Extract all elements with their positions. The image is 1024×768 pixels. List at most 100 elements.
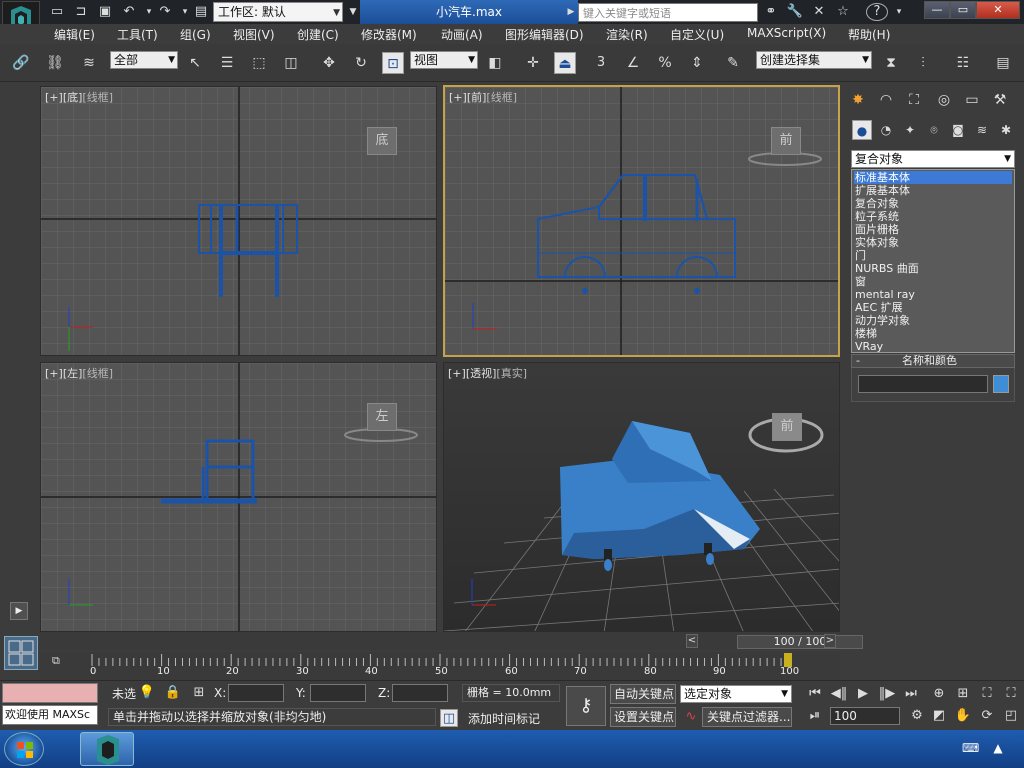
- time-slider[interactable]: < 100 / 100 >: [40, 632, 863, 650]
- option-particle-systems[interactable]: 粒子系统: [854, 210, 1012, 223]
- taskbar-3dsmax-button[interactable]: [80, 732, 134, 766]
- field-of-view-icon[interactable]: ◩: [930, 707, 948, 725]
- layer-manager-icon[interactable]: ☷: [952, 52, 974, 74]
- menu-graph-editors[interactable]: 图形编辑器(D): [505, 26, 584, 43]
- option-vray[interactable]: VRay: [854, 340, 1012, 353]
- helpers-icon[interactable]: ◙: [948, 120, 968, 140]
- help-dropdown-icon[interactable]: ▾: [890, 3, 908, 21]
- option-body-objects[interactable]: 实体对象: [854, 236, 1012, 249]
- menu-help[interactable]: 帮助(H): [848, 26, 890, 43]
- menu-group[interactable]: 组(G): [180, 26, 211, 43]
- motion-tab-icon[interactable]: ◎: [932, 88, 956, 112]
- set-key-icon[interactable]: ⚷: [566, 686, 606, 726]
- menu-customize[interactable]: 自定义(U): [670, 26, 724, 43]
- zoom-icon[interactable]: ⊕: [930, 685, 948, 703]
- maximize-button[interactable]: ▭: [950, 1, 976, 19]
- current-frame-input[interactable]: 100: [830, 707, 900, 725]
- select-by-name-icon[interactable]: ☰: [216, 52, 238, 74]
- align-icon[interactable]: ⫶: [912, 52, 934, 74]
- bind-space-warp-icon[interactable]: ≋: [78, 52, 100, 74]
- isolate-lightbulb-icon[interactable]: 💡: [138, 684, 156, 702]
- viewport-menu-plus[interactable]: [+]: [449, 91, 467, 104]
- option-windows[interactable]: 窗: [854, 275, 1012, 288]
- link-icon[interactable]: 🔗: [10, 52, 32, 74]
- selection-filter-dropdown[interactable]: 全部 ▼: [110, 51, 178, 69]
- project-folder-icon[interactable]: ▤: [192, 3, 210, 21]
- pivot-center-icon[interactable]: ◧: [484, 52, 506, 74]
- display-tab-icon[interactable]: ▭: [960, 88, 984, 112]
- keyboard-icon[interactable]: ⌨: [962, 740, 979, 756]
- zoom-extents-all-icon[interactable]: ⛶: [1002, 685, 1020, 703]
- unlink-icon[interactable]: ⛓: [44, 52, 66, 74]
- redo-icon[interactable]: ↷: [156, 3, 174, 21]
- option-doors[interactable]: 门: [854, 249, 1012, 262]
- search-input[interactable]: 键入关键字或短语: [578, 3, 758, 22]
- viewcube[interactable]: 左: [367, 403, 397, 431]
- angle-snap-icon[interactable]: ∠: [622, 52, 644, 74]
- menu-tools[interactable]: 工具(T): [117, 26, 158, 43]
- key-filters-button[interactable]: 关键点过滤器...: [702, 707, 792, 727]
- viewport-bottom[interactable]: [+][底][线框] 底: [40, 86, 437, 356]
- menu-views[interactable]: 视图(V): [233, 26, 275, 43]
- start-orb-icon[interactable]: [4, 732, 44, 766]
- mirror-icon[interactable]: ⧗: [880, 52, 902, 74]
- play-arrow-icon[interactable]: ▶: [10, 602, 28, 620]
- orbit-icon[interactable]: ⟳: [978, 707, 996, 725]
- viewcube[interactable]: 底: [367, 127, 397, 155]
- workspace-dropdown[interactable]: 工作区: 默认 ▼: [213, 2, 343, 22]
- keyboard-shortcut-override-icon[interactable]: ⏏: [554, 52, 576, 74]
- maximize-viewport-icon[interactable]: ◰: [1002, 707, 1020, 725]
- auto-key-button[interactable]: 自动关键点: [610, 684, 676, 704]
- viewport-label[interactable]: [+][底][线框]: [45, 89, 113, 105]
- object-category-dropdown[interactable]: 复合对象 ▼: [851, 150, 1015, 168]
- next-frame-icon[interactable]: ‖▶: [878, 685, 896, 703]
- scale-icon[interactable]: ⊡: [382, 52, 404, 74]
- hierarchy-tab-icon[interactable]: ⛶: [902, 88, 926, 112]
- viewport-menu-plus[interactable]: [+]: [448, 367, 466, 380]
- menu-maxscript[interactable]: MAXScript(X): [747, 26, 826, 40]
- viewport-shading-mode[interactable]: [线框]: [486, 91, 517, 104]
- z-coordinate-input[interactable]: [392, 684, 448, 702]
- menu-modifiers[interactable]: 修改器(M): [361, 26, 417, 43]
- rectangle-selection-icon[interactable]: ⬚: [248, 52, 270, 74]
- viewcube[interactable]: 前: [771, 127, 801, 155]
- viewport-menu-plus[interactable]: [+]: [45, 367, 63, 380]
- viewport-view-name[interactable]: [透视]: [466, 367, 497, 380]
- save-file-icon[interactable]: ▣: [96, 3, 114, 21]
- option-patch-grids[interactable]: 面片栅格: [854, 223, 1012, 236]
- rotate-icon[interactable]: ↻: [350, 52, 372, 74]
- maxscript-mini-listener[interactable]: 欢迎使用 MAXSc: [2, 705, 98, 725]
- add-time-tag-button[interactable]: 添加时间标记: [468, 710, 540, 727]
- viewport-label[interactable]: [+][透视][真实]: [448, 365, 527, 381]
- object-name-input[interactable]: [858, 375, 988, 393]
- systems-icon[interactable]: ✱: [996, 120, 1016, 140]
- viewport-shading-mode[interactable]: [真实]: [496, 367, 527, 380]
- key-mode-dropdown[interactable]: 选定对象 ▼: [680, 685, 792, 703]
- option-stairs[interactable]: 楼梯: [854, 327, 1012, 340]
- shapes-icon[interactable]: ◔: [876, 120, 896, 140]
- viewport-front[interactable]: [+][前][线框] 前: [443, 85, 840, 357]
- previous-frame-icon[interactable]: ◀‖: [830, 685, 848, 703]
- communication-icon[interactable]: 🔧: [786, 3, 804, 21]
- viewport-label[interactable]: [+][左][线框]: [45, 365, 113, 381]
- time-tag-icon[interactable]: ◫: [440, 709, 458, 727]
- reference-coordinate-dropdown[interactable]: 视图 ▼: [410, 51, 478, 69]
- spinner-snap-icon[interactable]: ⇕: [686, 52, 708, 74]
- prev-frame-button[interactable]: <: [686, 634, 698, 648]
- track-bar[interactable]: ⧉ 0 10 20 30 40 50 60 70 80 90 100: [40, 652, 840, 680]
- menu-animation[interactable]: 动画(A): [441, 26, 483, 43]
- option-aec-extended[interactable]: AEC 扩展: [854, 301, 1012, 314]
- viewport-label[interactable]: [+][前][线框]: [449, 89, 517, 105]
- viewcube[interactable]: 前: [772, 413, 802, 441]
- snap-toggle-icon[interactable]: 3: [590, 52, 612, 74]
- geometry-icon[interactable]: ●: [852, 120, 872, 140]
- pan-hand-icon[interactable]: ✋: [954, 707, 972, 725]
- next-frame-button[interactable]: >: [824, 634, 836, 648]
- minimize-button[interactable]: —: [924, 1, 950, 19]
- utilities-tab-icon[interactable]: ⚒: [988, 88, 1012, 112]
- viewport-view-name[interactable]: [前]: [467, 91, 487, 104]
- maxscript-mini-listener-top[interactable]: [2, 683, 98, 703]
- key-mode-toggle-icon[interactable]: ⏯: [806, 707, 824, 725]
- tray-arrow-icon[interactable]: ▲: [990, 740, 1006, 756]
- selection-lock-icon[interactable]: 🔒: [164, 684, 182, 702]
